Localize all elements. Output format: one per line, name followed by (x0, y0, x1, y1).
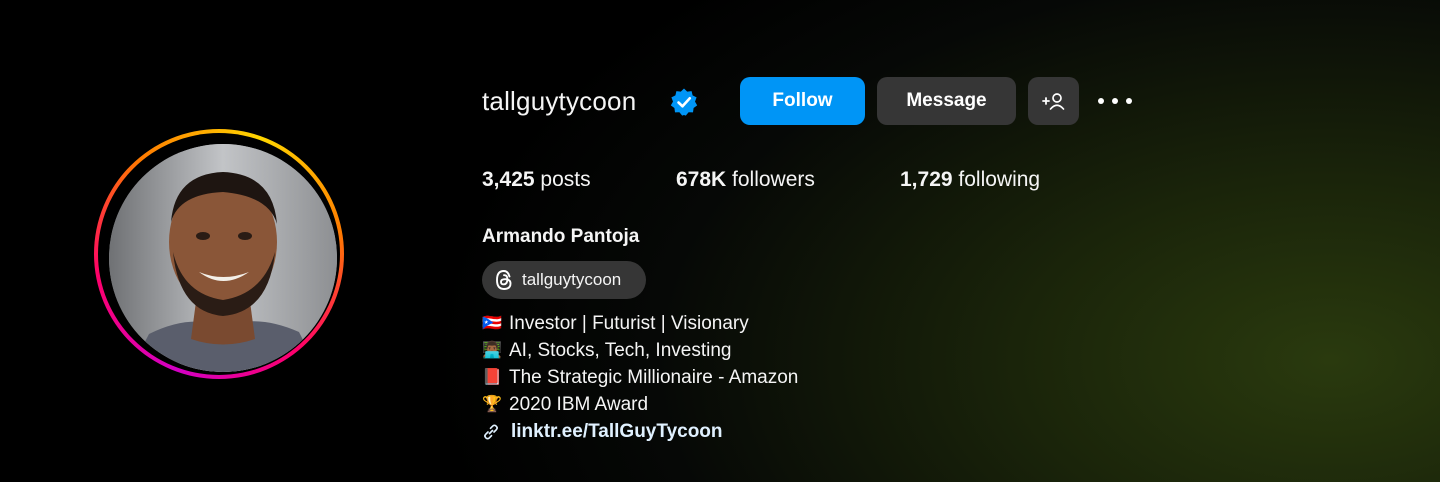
more-dot (1112, 98, 1118, 104)
bio-text: The Strategic Millionaire - Amazon (509, 366, 799, 388)
followers-link[interactable]: 678K followers (676, 168, 815, 192)
following-count-value: 1,729 (900, 168, 953, 191)
bio-text: 2020 IBM Award (509, 393, 649, 415)
more-dot (1098, 98, 1104, 104)
bio-link[interactable]: linktr.ee/TallGuyTycoon (482, 418, 798, 445)
verified-badge-icon (670, 88, 698, 116)
add-person-icon (1041, 93, 1064, 110)
posts-count-label: posts (534, 168, 591, 191)
trophy-icon: 🏆 (482, 395, 502, 413)
following-link[interactable]: 1,729 following (900, 168, 1040, 192)
more-dot (1126, 98, 1132, 104)
avatar[interactable] (109, 144, 337, 372)
follow-button[interactable]: Follow (740, 77, 865, 125)
posts-count: 3,425 posts (482, 168, 591, 192)
bio-line: 🏆 2020 IBM Award (482, 391, 798, 418)
followers-count-label: followers (726, 168, 815, 191)
bio-link-text: linktr.ee/TallGuyTycoon (511, 420, 723, 442)
threads-handle: tallguytycoon (522, 270, 622, 289)
puerto-rico-flag-icon: 🇵🇷 (482, 314, 502, 332)
bio-line: 🇵🇷 Investor | Futurist | Visionary (482, 310, 798, 337)
more-options-icon[interactable] (1098, 89, 1132, 113)
message-button[interactable]: Message (877, 77, 1016, 125)
threads-icon (496, 270, 512, 290)
story-ring[interactable] (94, 129, 344, 379)
technologist-icon: 👨🏾‍💻 (482, 341, 502, 359)
followers-count-value: 678K (676, 168, 727, 191)
following-count-label: following (952, 168, 1041, 191)
bio-text: Investor | Futurist | Visionary (509, 312, 749, 334)
bio: 🇵🇷 Investor | Futurist | Visionary 👨🏾‍💻 … (482, 310, 798, 445)
link-icon (482, 423, 502, 441)
avatar-photo (109, 144, 337, 372)
suggested-accounts-button[interactable] (1028, 77, 1079, 125)
red-book-icon: 📕 (482, 368, 502, 386)
full-name: Armando Pantoja (482, 226, 640, 247)
threads-badge[interactable]: tallguytycoon (482, 261, 646, 299)
posts-count-value: 3,425 (482, 168, 535, 191)
username: tallguytycoon (482, 86, 637, 116)
story-ring-gap (98, 133, 340, 375)
bio-line: 📕 The Strategic Millionaire - Amazon (482, 364, 798, 391)
bio-text: AI, Stocks, Tech, Investing (509, 339, 732, 361)
bio-line: 👨🏾‍💻 AI, Stocks, Tech, Investing (482, 337, 798, 364)
